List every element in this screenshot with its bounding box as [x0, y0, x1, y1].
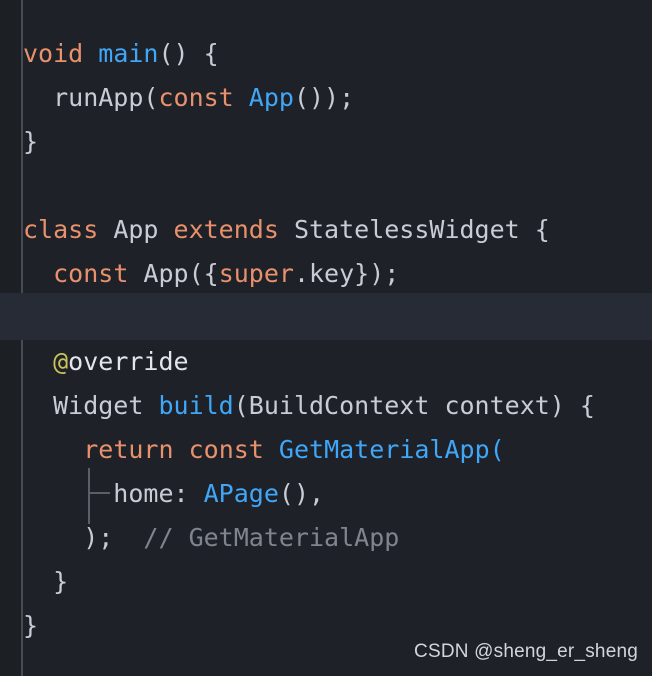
code-token: void — [23, 39, 84, 68]
code-token: } — [23, 567, 69, 596]
watermark-text: CSDN @sheng_er_sheng — [414, 641, 638, 662]
indent-guide-branch — [88, 492, 110, 494]
code-line-6[interactable]: const App({super.key}); — [23, 258, 399, 290]
code-token: const — [188, 435, 264, 464]
code-token: } — [23, 611, 39, 640]
code-token: // GetMaterialApp — [143, 523, 400, 552]
code-line-12[interactable]: ); // GetMaterialApp — [23, 522, 399, 554]
code-editor[interactable]: void main() { runApp(const App());} clas… — [0, 0, 652, 676]
code-token: extends — [173, 215, 279, 244]
code-token: GetMaterialApp( — [278, 435, 505, 464]
code-token: return — [83, 435, 174, 464]
code-token: ); — [23, 523, 144, 552]
code-token: ()); — [293, 83, 355, 112]
indent-guide-vertical — [88, 468, 90, 524]
code-token: } — [23, 127, 39, 156]
code-line-11[interactable]: home: APage(), — [23, 478, 324, 510]
code-line-2[interactable]: runApp(const App()); — [23, 82, 354, 114]
code-token: () { — [158, 39, 219, 68]
code-line-1[interactable]: void main() { — [23, 38, 219, 70]
code-token: runApp( — [23, 83, 159, 112]
code-token: const — [158, 83, 234, 112]
code-token: App — [98, 215, 174, 244]
code-token: Widget — [23, 391, 159, 420]
code-token: @ — [53, 347, 69, 376]
code-line-3[interactable]: } — [23, 126, 38, 158]
code-token: (BuildContext context) { — [233, 391, 595, 420]
code-line-9[interactable]: Widget build(BuildContext context) { — [23, 390, 595, 422]
code-line-10[interactable]: return const GetMaterialApp( — [23, 434, 505, 466]
code-token: const — [53, 259, 129, 288]
code-token: class — [23, 215, 99, 244]
code-line-8[interactable]: @override — [23, 346, 189, 378]
code-content[interactable]: void main() { runApp(const App());} clas… — [0, 0, 652, 676]
code-line-5[interactable]: class App extends StatelessWidget { — [23, 214, 550, 246]
code-line-14[interactable]: } — [23, 610, 38, 642]
code-token: (), — [278, 479, 325, 508]
code-line-4[interactable] — [23, 170, 38, 202]
code-token: super — [218, 259, 294, 288]
code-token: override — [68, 347, 189, 376]
code-token: APage — [203, 479, 279, 508]
code-token: App({ — [128, 259, 219, 288]
code-line-13[interactable]: } — [23, 566, 68, 598]
code-token: main — [98, 39, 159, 68]
code-token: StatelessWidget { — [278, 215, 550, 244]
code-token: App — [248, 83, 294, 112]
code-token: build — [158, 391, 234, 420]
code-line-7[interactable] — [23, 302, 38, 334]
code-token: .key}); — [293, 259, 400, 288]
code-token: home: — [23, 479, 204, 508]
